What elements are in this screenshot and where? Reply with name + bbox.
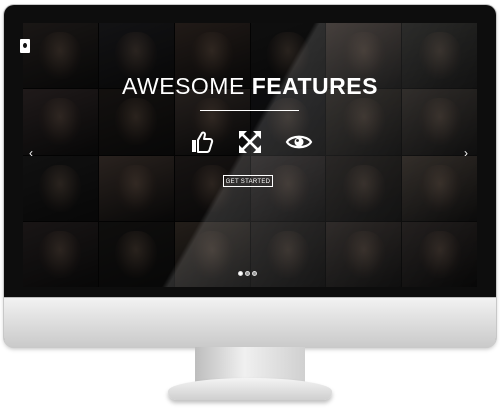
thumbs-up-icon bbox=[190, 130, 220, 156]
get-started-button[interactable]: GET STARTED bbox=[223, 175, 273, 187]
title-divider bbox=[200, 110, 299, 111]
hero-title: AWESOME FEATURES bbox=[23, 73, 477, 100]
eye-icon bbox=[285, 130, 315, 156]
monitor-stand-base bbox=[168, 378, 332, 400]
chevron-right-icon[interactable]: › bbox=[464, 147, 468, 159]
slider-dot-1[interactable] bbox=[238, 271, 243, 276]
slider-dot-2[interactable] bbox=[245, 271, 250, 276]
expand-arrows-icon bbox=[238, 130, 268, 156]
chevron-left-icon[interactable]: ‹ bbox=[29, 147, 33, 159]
slider-dot-3[interactable] bbox=[252, 271, 257, 276]
monitor-chin bbox=[4, 297, 496, 348]
slider-dots bbox=[238, 271, 257, 276]
logo-icon[interactable] bbox=[20, 39, 30, 53]
hero-title-light: AWESOME bbox=[122, 73, 245, 99]
hero-title-bold: FEATURES bbox=[251, 73, 378, 99]
